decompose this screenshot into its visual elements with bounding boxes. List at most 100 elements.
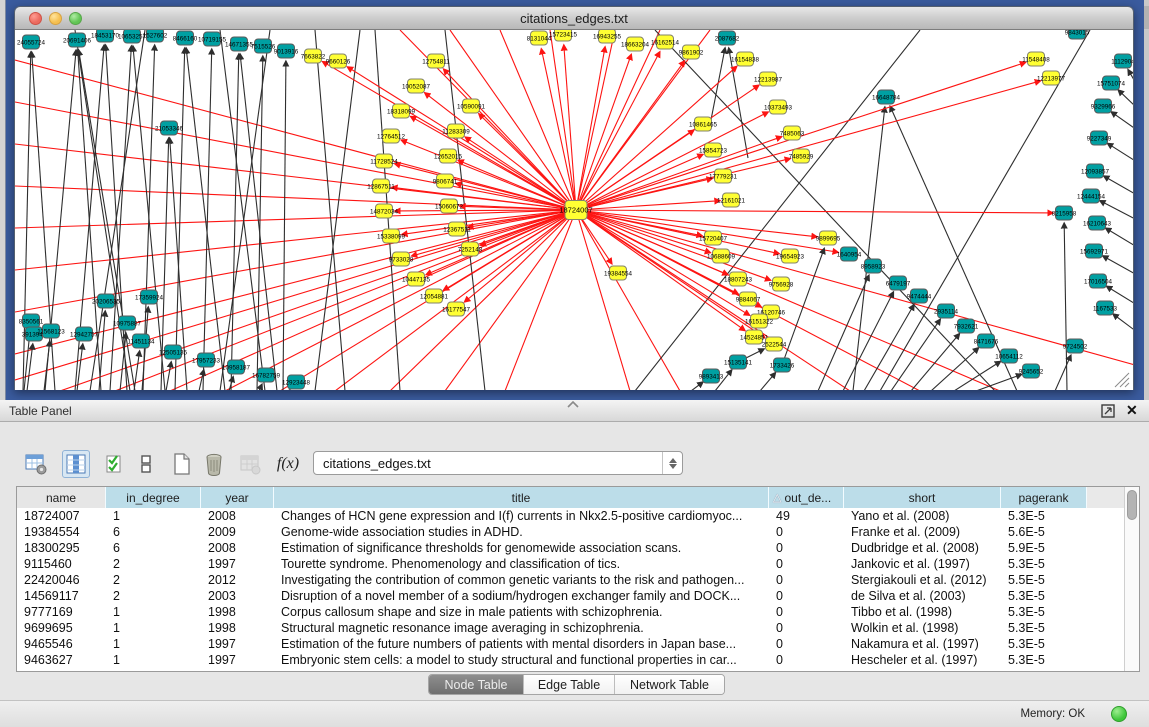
table-cell-out_degree[interactable]: 0 <box>769 636 844 652</box>
column-header-short[interactable]: short <box>844 487 1001 508</box>
table-cell-in_degree[interactable]: 2 <box>106 572 201 588</box>
network-node[interactable]: 16162514 <box>651 35 680 49</box>
table-cell-short[interactable]: Wolkin et al. (1998) <box>844 620 1001 636</box>
table-cell-short[interactable]: Dudbridge et al. (2008) <box>844 540 1001 556</box>
table-row[interactable]: 1830029562008Estimation of significance … <box>17 540 1125 556</box>
network-node[interactable]: 12161021 <box>717 193 746 207</box>
table-cell-in_degree[interactable]: 6 <box>106 540 201 556</box>
network-node[interactable]: 16210643 <box>1083 216 1112 230</box>
network-node[interactable]: 7485063 <box>780 126 805 140</box>
table-cell-pagerank[interactable]: 5.6E-5 <box>1001 524 1087 540</box>
table-cell-short[interactable]: Yano et al. (2008) <box>844 508 1001 524</box>
network-node[interactable]: 9893413 <box>699 369 724 383</box>
table-cell-pagerank[interactable]: 5.3E-5 <box>1001 652 1087 668</box>
network-node[interactable]: 1527602 <box>143 30 168 42</box>
table-cell-name[interactable]: 9465546 <box>17 636 106 652</box>
network-node[interactable]: 2087682 <box>715 31 740 45</box>
table-cell-in_degree[interactable]: 1 <box>106 604 201 620</box>
table-cell-title[interactable]: Investigating the contribution of common… <box>274 572 769 588</box>
network-node[interactable]: 9884067 <box>736 292 761 306</box>
network-node[interactable]: 16177547 <box>442 302 471 316</box>
network-node[interactable]: 7485929 <box>789 149 814 163</box>
network-node[interactable]: 1733426 <box>770 358 795 372</box>
network-node[interactable]: 19384554 <box>604 266 633 280</box>
network-node[interactable]: 16648784 <box>872 90 901 104</box>
table-cell-name[interactable]: 9699695 <box>17 620 106 636</box>
table-cell-title[interactable]: Embryonic stem cells: a model to study s… <box>274 652 769 668</box>
network-node[interactable]: 9861902 <box>679 45 704 59</box>
table-cell-name[interactable]: 19384554 <box>17 524 106 540</box>
table-cell-name[interactable]: 9463627 <box>17 652 106 668</box>
table-cell-out_degree[interactable]: 0 <box>769 556 844 572</box>
network-node[interactable]: 9227349 <box>1087 131 1112 145</box>
table-cell-in_degree[interactable]: 1 <box>106 636 201 652</box>
table-cell-out_degree[interactable]: 0 <box>769 524 844 540</box>
network-node[interactable]: 15723415 <box>549 30 578 41</box>
table-row[interactable]: 969969511998Structural magnetic resonanc… <box>17 620 1125 636</box>
network-node[interactable]: 18453170 <box>91 30 120 42</box>
column-header-in_degree[interactable]: in_degree <box>106 487 201 508</box>
network-node[interactable]: 12093857 <box>1081 164 1110 178</box>
table-format-icon[interactable] <box>132 450 160 478</box>
table-cell-year[interactable]: 1998 <box>201 604 274 620</box>
network-node[interactable]: 8466160 <box>173 31 198 45</box>
table-cell-name[interactable]: 9777169 <box>17 604 106 620</box>
network-node[interactable]: 9899695 <box>816 231 841 245</box>
network-node[interactable]: 6479197 <box>886 276 911 290</box>
table-cell-out_degree[interactable]: 0 <box>769 588 844 604</box>
table-cell-name[interactable]: 18300295 <box>17 540 106 556</box>
network-node[interactable]: 16154838 <box>731 52 760 66</box>
network-node[interactable]: 18663204 <box>621 37 650 51</box>
network-node[interactable]: 1640954 <box>837 247 862 261</box>
column-header-title[interactable]: title <box>274 487 769 508</box>
table-cell-short[interactable]: Jankovic et al. (1997) <box>844 556 1001 572</box>
network-window-titlebar[interactable]: citations_edges.txt <box>15 7 1133 30</box>
network-node[interactable]: 10688609 <box>707 249 736 263</box>
network-node[interactable]: 11283309 <box>442 124 470 138</box>
table-cell-title[interactable]: Estimation of the future numbers of pati… <box>274 636 769 652</box>
table-cell-title[interactable]: Structural magnetic resonance image aver… <box>274 620 769 636</box>
table-cell-year[interactable]: 2008 <box>201 540 274 556</box>
table-cell-short[interactable]: Franke et al. (2009) <box>844 524 1001 540</box>
table-cell-name[interactable]: 9115460 <box>17 556 106 572</box>
table-cell-out_degree[interactable]: 0 <box>769 540 844 556</box>
tab-network-table[interactable]: Network Table <box>615 675 724 694</box>
network-node[interactable]: 12505135 <box>159 345 188 359</box>
table-cell-year[interactable]: 2003 <box>201 588 274 604</box>
network-node[interactable]: 10373493 <box>764 100 793 114</box>
table-scrollbar[interactable] <box>1124 487 1139 671</box>
function-builder-icon[interactable]: f(x) <box>274 450 302 478</box>
new-table-icon[interactable] <box>168 450 196 478</box>
table-cell-title[interactable]: Changes of HCN gene expression and I(f) … <box>274 508 769 524</box>
table-row[interactable]: 1872400712008Changes of HCN gene express… <box>17 508 1125 524</box>
network-node[interactable]: 9474444 <box>907 289 932 303</box>
network-node[interactable]: 9806741 <box>433 174 458 188</box>
row-selection-icon[interactable] <box>101 450 129 478</box>
table-cell-in_degree[interactable]: 1 <box>106 620 201 636</box>
table-row[interactable]: 911546021997Tourette syndrome. Phenomeno… <box>17 556 1125 572</box>
table-cell-year[interactable]: 1997 <box>201 652 274 668</box>
table-row[interactable]: 1938455462009Genome-wide association stu… <box>17 524 1125 540</box>
column-header-out_degree[interactable]: △out_de... <box>769 487 844 508</box>
network-node[interactable]: 9660126 <box>326 54 351 68</box>
network-node[interactable]: 19654923 <box>776 249 805 263</box>
table-cell-year[interactable]: 1997 <box>201 636 274 652</box>
table-cell-in_degree[interactable]: 2 <box>106 588 201 604</box>
tab-node-table[interactable]: Node Table <box>429 675 524 694</box>
network-node[interactable]: 9329966 <box>1091 99 1116 113</box>
network-node[interactable]: 12867511 <box>367 179 395 193</box>
table-cell-pagerank[interactable]: 5.3E-5 <box>1001 508 1087 524</box>
column-visibility-icon[interactable] <box>62 450 90 478</box>
table-cell-title[interactable]: Tourette syndrome. Phenomenology and cla… <box>274 556 769 572</box>
table-cell-year[interactable]: 1998 <box>201 620 274 636</box>
table-cell-title[interactable]: Genome-wide association studies in ADHD. <box>274 524 769 540</box>
network-node[interactable]: 10590091 <box>457 99 486 113</box>
network-canvas[interactable]: 1872400712754811100520871831809912764512… <box>15 30 1133 390</box>
table-selector-dropdown[interactable]: citations_edges.txt <box>313 451 683 475</box>
table-cell-out_degree[interactable]: 0 <box>769 620 844 636</box>
table-row[interactable]: 2242004622012Investigating the contribut… <box>17 572 1125 588</box>
network-node[interactable]: 15692971 <box>1080 244 1109 258</box>
table-cell-year[interactable]: 1997 <box>201 556 274 572</box>
table-scrollbar-thumb[interactable] <box>1127 490 1137 520</box>
network-node[interactable]: 2522544 <box>762 337 787 351</box>
